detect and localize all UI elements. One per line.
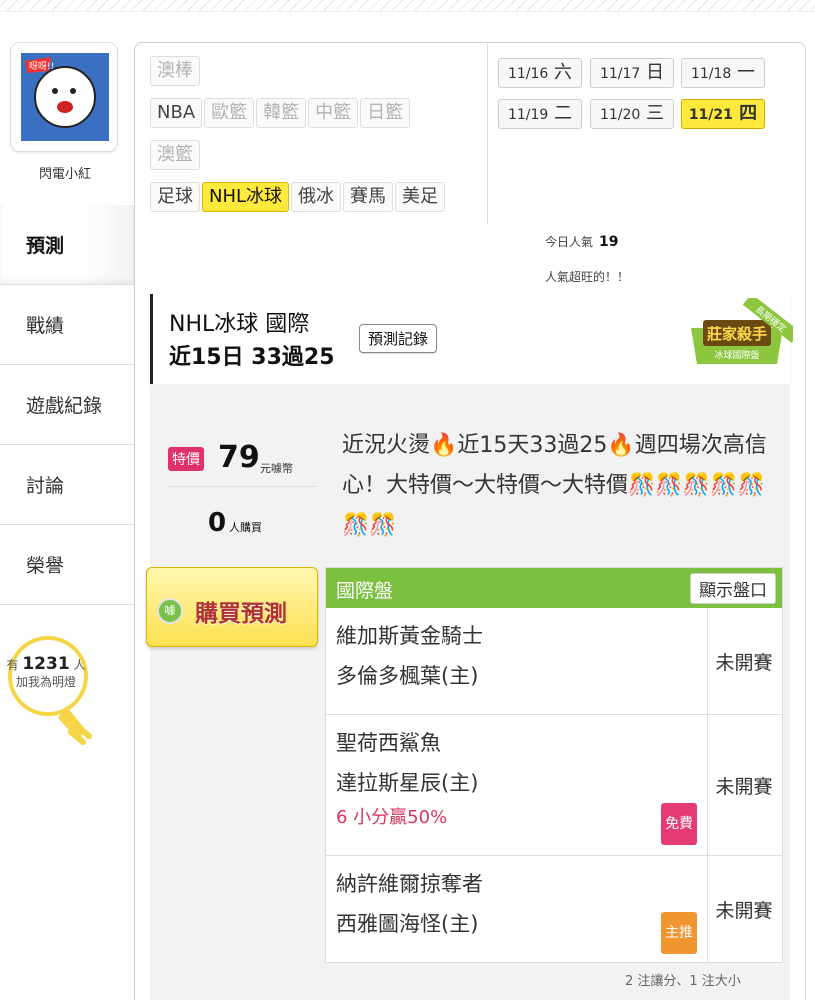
match-teams: 納許維爾掠奪者 西雅圖海怪(主) 主推 <box>326 856 708 962</box>
away-team: 納許維爾掠奪者 <box>336 872 483 896</box>
league-tag[interactable]: 中籃 <box>308 98 359 128</box>
match-teams: 維加斯黃金騎士 多倫多楓葉(主) <box>326 608 708 714</box>
league-tag[interactable]: 美足 <box>395 182 446 212</box>
bulb-text: 有 1231 人 加我為明燈 <box>6 656 86 691</box>
date-weekday: 一 <box>737 62 756 83</box>
league-tag-selected[interactable]: NHL冰球 <box>202 182 290 212</box>
buy-prediction-button[interactable]: 噱 購買預測 <box>146 567 318 647</box>
league-tag[interactable]: 韓籃 <box>256 98 307 128</box>
league-tag[interactable]: 歐籃 <box>204 98 255 128</box>
bulb-widget[interactable]: 有 1231 人 加我為明燈 <box>6 634 126 754</box>
nav-item-game-log[interactable]: 遊戲紀錄 <box>0 365 134 445</box>
prediction-record-button[interactable]: 預測記錄 <box>359 324 438 353</box>
popularity-note: 人氣超旺的！！ <box>545 270 630 284</box>
buyer-count-unit: 人購買 <box>229 521 263 534</box>
table-row: 聖荷西鯊魚 達拉斯星辰(主) 6 小分贏50% 免費 未開賽 <box>326 715 782 856</box>
nav-item-record[interactable]: 戰績 <box>0 285 134 365</box>
prediction-description: 近況火燙🔥近15天33過25🔥週四場次高信心！大特價～大特價～大特價🎊🎊🎊🎊🎊🎊… <box>342 433 767 538</box>
league-tag[interactable]: 足球 <box>150 182 200 212</box>
nav-item-discussion[interactable]: 討論 <box>0 445 134 525</box>
date-weekday: 六 <box>554 62 573 83</box>
date-button[interactable]: 11/16 六 <box>498 58 582 88</box>
match-status: 未開賽 <box>715 899 773 922</box>
badge-main-text: 莊家殺手 <box>707 325 767 343</box>
table-header-title: 國際盤 <box>336 580 394 602</box>
date-weekday: 三 <box>646 103 665 124</box>
league-tag[interactable]: 日籃 <box>360 98 411 128</box>
price-value: 79 <box>218 440 260 475</box>
sale-badge: 特價 <box>168 447 204 471</box>
date-day: 11/18 <box>690 66 732 82</box>
table-header: 國際盤 顯示盤口 <box>326 568 782 608</box>
date-day: 11/20 <box>599 107 641 123</box>
home-team: 達拉斯星辰(主) <box>336 771 479 795</box>
buyer-count-value: 0 <box>207 508 227 538</box>
pick-result: 6 小分贏50% <box>336 807 448 828</box>
date-weekday: 二 <box>554 103 573 124</box>
prediction-header: NHL冰球 國際 近15日 33過25 預測記錄 莊家殺手 冰球國際盤 長期穩定 <box>150 294 793 384</box>
table-row: 納許維爾掠奪者 西雅圖海怪(主) 主推 未開賽 <box>326 856 782 962</box>
achievement-badge-icon: 莊家殺手 冰球國際盤 長期穩定 <box>691 298 793 364</box>
table-row: 維加斯黃金騎士 多倫多楓葉(主) 未開賽 <box>326 608 782 715</box>
date-button[interactable]: 11/18 一 <box>681 58 765 88</box>
free-badge: 免費 <box>661 803 697 845</box>
avatar[interactable]: 呀呀!! <box>10 42 118 152</box>
away-team: 聖荷西鯊魚 <box>336 731 441 755</box>
popularity: 今日人氣 19 <box>545 233 619 250</box>
price-unit: 元噱幣 <box>260 462 293 475</box>
show-odds-button[interactable]: 顯示盤口 <box>690 573 776 604</box>
popularity-label: 今日人氣 <box>545 235 594 249</box>
league-tag[interactable]: 俄冰 <box>291 182 342 212</box>
date-day: 11/16 <box>507 66 549 82</box>
featured-badge: 主推 <box>661 912 697 954</box>
home-team: 多倫多楓葉(主) <box>336 664 479 688</box>
nav-item-honor[interactable]: 榮譽 <box>0 525 134 605</box>
match-status: 未開賽 <box>715 775 773 798</box>
bulb-count: 1231 <box>22 654 70 674</box>
username: 閃電小紅 <box>38 167 91 182</box>
league-tag[interactable]: 澳籃 <box>150 140 200 170</box>
league-tag[interactable]: 澳棒 <box>150 56 200 86</box>
price-box: 特價 79 元噱幣 0 人購買 <box>150 420 320 570</box>
date-button-selected[interactable]: 11/21 四 <box>681 99 765 129</box>
left-sidebar: 呀呀!! 閃電小紅 預測 戰績 遊戲紀錄 討論 榮譽 有 1231 人 加我為明… <box>0 0 134 1000</box>
date-button[interactable]: 11/19 二 <box>498 99 582 129</box>
prediction-title: NHL冰球 國際 <box>169 312 310 337</box>
date-weekday: 日 <box>646 62 665 83</box>
away-team: 維加斯黃金騎士 <box>336 624 483 648</box>
league-tag[interactable]: NBA <box>150 98 203 128</box>
date-weekday: 四 <box>739 103 758 124</box>
buyer-count: 0 人購買 <box>150 508 320 538</box>
date-day: 11/17 <box>599 66 641 82</box>
date-button[interactable]: 11/20 三 <box>590 99 674 129</box>
divider <box>168 486 316 487</box>
bulb-label: 加我為明燈 <box>15 675 76 689</box>
bulb-prefix: 有 <box>6 658 19 672</box>
date-day: 11/19 <box>507 107 549 123</box>
match-teams: 聖荷西鯊魚 達拉斯星辰(主) 6 小分贏50% 免費 <box>326 715 708 855</box>
nav-item-predict[interactable]: 預測 <box>0 205 134 285</box>
svg-text:呀呀!!: 呀呀!! <box>29 61 54 72</box>
league-tag[interactable]: 賽馬 <box>343 182 394 212</box>
date-button[interactable]: 11/17 日 <box>590 58 674 88</box>
coin-icon: 噱 <box>157 598 183 624</box>
bet-summary: 2 注讓分、1 注大小 <box>625 974 741 989</box>
bulb-suffix: 人 <box>73 658 86 672</box>
popularity-value: 19 <box>599 234 619 250</box>
buy-prediction-label: 購買預測 <box>195 601 287 627</box>
lightbulb-icon <box>8 636 93 746</box>
side-nav: 預測 戰績 遊戲紀錄 討論 榮譽 <box>0 205 134 605</box>
prediction-subtitle: 近15日 33過25 <box>169 345 335 370</box>
prediction-table: 國際盤 顯示盤口 維加斯黃金騎士 多倫多楓葉(主) 未開賽 聖荷西鯊魚 達拉斯星… <box>325 567 783 963</box>
badge-sub-text: 冰球國際盤 <box>714 349 759 361</box>
date-day: 11/21 <box>688 107 733 123</box>
home-team: 西雅圖海怪(主) <box>336 912 479 936</box>
match-status: 未開賽 <box>715 651 773 674</box>
divider <box>487 44 488 224</box>
